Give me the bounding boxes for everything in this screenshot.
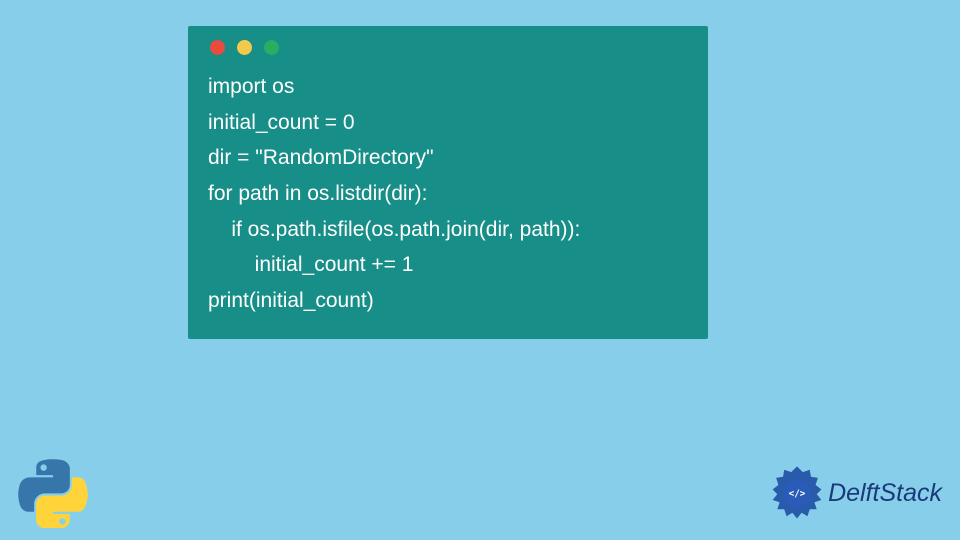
- minimize-dot-icon: [237, 40, 252, 55]
- code-block: import os initial_count = 0 dir = "Rando…: [208, 69, 688, 319]
- delftstack-emblem-icon: </>: [768, 464, 826, 522]
- python-logo-icon: [18, 458, 88, 528]
- delftstack-label: DelftStack: [828, 479, 942, 508]
- svg-text:</>: </>: [789, 488, 806, 499]
- code-window: import os initial_count = 0 dir = "Rando…: [188, 26, 708, 339]
- delftstack-branding: </> DelftStack: [768, 464, 942, 522]
- maximize-dot-icon: [264, 40, 279, 55]
- close-dot-icon: [210, 40, 225, 55]
- window-controls: [208, 40, 688, 55]
